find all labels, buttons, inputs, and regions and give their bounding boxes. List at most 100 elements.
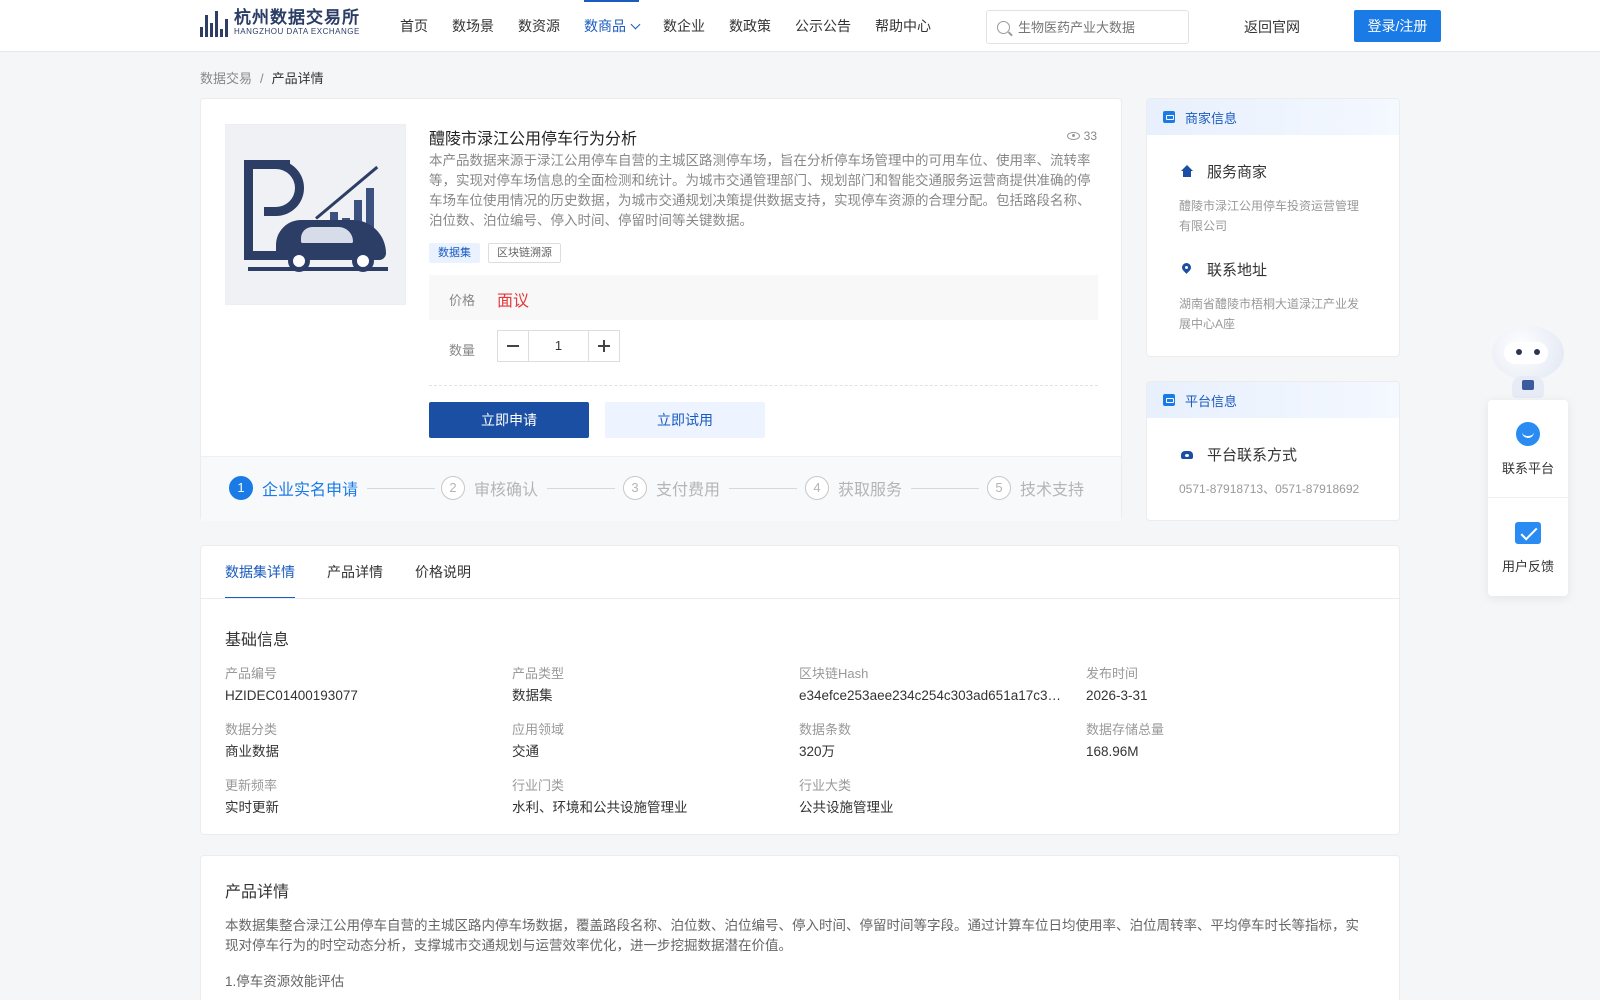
feedback-mail-icon <box>1513 518 1543 548</box>
site-logo[interactable]: 杭州数据交易所 HANGZHOU DATA EXCHANGE <box>200 9 360 37</box>
robot-eye <box>1534 349 1540 355</box>
nav-item-announcements[interactable]: 公示公告 <box>795 0 851 52</box>
info-label: 应用领域 <box>512 722 565 737</box>
product-detail-text: 本数据集整合渌江公用停车自营的主城区路内停车场数据，覆盖路段名称、泊位数、泊位编… <box>225 918 1359 953</box>
step-label: 审核确认 <box>474 482 539 499</box>
step-label: 支付费用 <box>656 482 721 499</box>
nav-item-products[interactable]: 数商品 <box>584 0 641 52</box>
tab-product-detail[interactable]: 产品详情 <box>327 546 383 598</box>
try-now-button[interactable]: 立即试用 <box>605 402 765 438</box>
nav-item-products-label: 数商品 <box>584 18 626 34</box>
info-label: 数据条数 <box>799 722 852 737</box>
process-steps: 1 企业实名申请 2 审核确认 3 支付费用 4 获取服务 5 技术支持 <box>201 456 1121 521</box>
step-connector <box>367 488 435 489</box>
platform-info-card: 平台信息 平台联系方式 0571-87918713、0571-87918692 <box>1146 381 1400 521</box>
step-connector <box>729 488 797 489</box>
logo-bars-icon <box>200 9 228 37</box>
info-label: 数据分类 <box>225 722 278 737</box>
quantity-input[interactable]: 1 <box>529 331 588 361</box>
contact-platform-button[interactable]: 联系平台 <box>1488 420 1568 477</box>
step-1: 1 企业实名申请 <box>229 476 358 500</box>
info-label: 区块链Hash <box>799 666 869 681</box>
breadcrumb-root[interactable]: 数据交易 <box>200 71 252 86</box>
search-icon[interactable] <box>997 20 1010 34</box>
nav-item-enterprises[interactable]: 数企业 <box>663 0 705 52</box>
apply-now-button[interactable]: 立即申请 <box>429 402 589 438</box>
step-label: 获取服务 <box>838 482 903 499</box>
info-label: 产品类型 <box>512 666 565 681</box>
view-count-value: 33 <box>1083 129 1097 143</box>
search-input[interactable] <box>1018 19 1178 35</box>
plus-icon-vertical <box>603 340 605 352</box>
search-box[interactable] <box>986 10 1189 44</box>
price-row: 价格 面议 <box>429 275 1098 320</box>
info-application-field: 应用领域 交通 <box>512 721 799 761</box>
info-record-count: 数据条数 320万 <box>799 721 1086 761</box>
phone-icon <box>1179 447 1195 463</box>
info-industry-division: 行业大类公共设施管理业 <box>799 777 1086 817</box>
info-industry-section: 行业门类水利、环境和公共设施管理业 <box>512 777 799 817</box>
floating-side-panel: 联系平台 用户反馈 <box>1488 400 1568 596</box>
assistant-robot-icon[interactable] <box>1488 324 1568 400</box>
info-value: 2026-3-31 <box>1086 688 1148 703</box>
back-to-official-link[interactable]: 返回官网 <box>1244 17 1300 37</box>
step-number: 3 <box>623 476 647 500</box>
platform-contact-section: 平台联系方式 0571-87918713、0571-87918692 <box>1179 444 1389 499</box>
robot-eye <box>1516 349 1522 355</box>
view-count: 33 <box>1066 129 1097 143</box>
product-detail-title: 产品详情 <box>225 884 290 901</box>
info-product-code: 产品编号 HZIDEC01400193077 <box>225 665 512 705</box>
info-value: 320万 <box>799 744 836 759</box>
merchant-info-card: 商家信息 服务商家 醴陵市渌江公用停车投资运营管理有限公司 联系地址 湖南省醴陵… <box>1146 98 1400 357</box>
logo-subtitle: HANGZHOU DATA EXCHANGE <box>234 27 360 36</box>
dataset-detail-card: 数据集详情 产品详情 价格说明 基础信息 产品编号 HZIDEC014001930… <box>200 545 1400 835</box>
nav-item-policies[interactable]: 数政策 <box>729 0 771 52</box>
info-value: 168.96M <box>1086 744 1139 759</box>
price-value: 面议 <box>497 293 530 310</box>
quantity-decrease-button[interactable] <box>498 331 529 361</box>
login-register-button[interactable]: 登录/注册 <box>1354 10 1441 42</box>
product-image <box>225 124 406 305</box>
nav-item-help[interactable]: 帮助中心 <box>875 0 931 52</box>
product-tags: 数据集 区块链溯源 <box>429 243 561 263</box>
quantity-increase-button[interactable] <box>588 331 619 361</box>
eye-icon <box>1066 132 1080 140</box>
info-label: 行业大类 <box>799 778 852 793</box>
info-blockchain-hash: 区块链Hash e34efce253aee234c254c303ad651a17c… <box>799 665 1086 705</box>
info-value: 公共设施管理业 <box>799 800 894 815</box>
info-label: 产品编号 <box>225 666 278 681</box>
contact-platform-label: 联系平台 <box>1501 461 1554 476</box>
tab-price-description[interactable]: 价格说明 <box>415 546 471 598</box>
step-number: 5 <box>987 476 1011 500</box>
quantity-stepper: 1 <box>497 330 620 362</box>
step-number: 1 <box>229 476 253 500</box>
breadcrumb-current: 产品详情 <box>271 71 324 86</box>
info-value: e34efce253aee234c254c303ad651a17c3… <box>799 688 1061 703</box>
tag-blockchain: 区块链溯源 <box>488 243 561 263</box>
product-card: 醴陵市渌江公用停车行为分析 33 本产品数据来源于渌江公用停车自营的主城区路测停… <box>200 98 1122 521</box>
minus-icon <box>507 345 519 347</box>
info-value: 水利、环境和公共设施管理业 <box>512 800 688 815</box>
step-5: 5 技术支持 <box>987 476 1084 500</box>
info-product-type: 产品类型 数据集 <box>512 665 799 705</box>
info-value: HZIDEC01400193077 <box>225 688 358 703</box>
platform-icon <box>1163 394 1175 406</box>
robot-badge <box>1522 380 1534 390</box>
main-nav: 首页 数场景 数资源 数商品 数企业 数政策 公示公告 帮助中心 <box>400 0 955 52</box>
breadcrumb: 数据交易 / 产品详情 <box>200 68 324 87</box>
user-feedback-button[interactable]: 用户反馈 <box>1488 518 1568 575</box>
parking-p-bowl <box>264 160 304 216</box>
breadcrumb-separator: / <box>260 71 264 86</box>
nav-item-resources[interactable]: 数资源 <box>518 0 560 52</box>
address-value: 湖南省醴陵市梧桐大道渌江产业发展中心A座 <box>1179 297 1360 331</box>
step-2: 2 审核确认 <box>441 476 538 500</box>
info-label: 行业门类 <box>512 778 565 793</box>
platform-info-title: 平台信息 <box>1185 393 1238 409</box>
tab-dataset-detail[interactable]: 数据集详情 <box>225 546 295 599</box>
location-pin-icon <box>1179 262 1195 278</box>
basic-info-title: 基础信息 <box>225 632 290 649</box>
info-value: 商业数据 <box>225 744 279 759</box>
nav-item-home[interactable]: 首页 <box>400 0 428 52</box>
address-title: 联系地址 <box>1207 262 1268 279</box>
nav-item-scenes[interactable]: 数场景 <box>452 0 494 52</box>
